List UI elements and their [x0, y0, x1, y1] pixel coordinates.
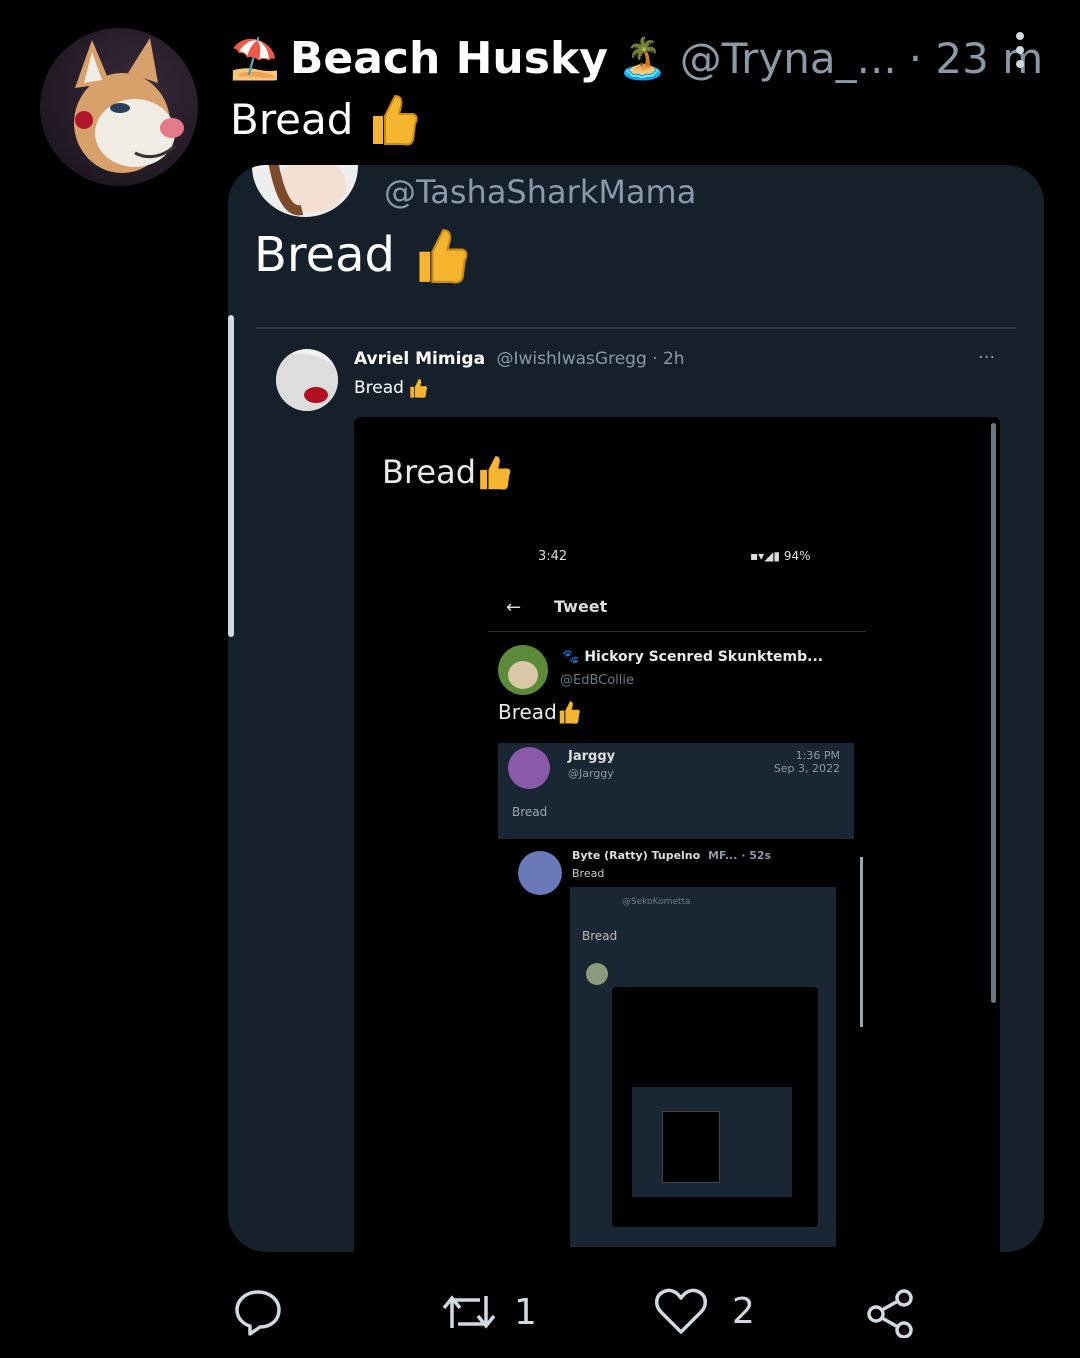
- quoted-avatar: [252, 165, 358, 217]
- retweet-icon: [442, 1295, 496, 1329]
- thumbs-up-icon: [373, 94, 418, 146]
- display-name[interactable]: Beach Husky: [290, 33, 608, 84]
- retweet-button[interactable]: 1: [440, 1286, 537, 1338]
- scrollbar[interactable]: [228, 315, 234, 637]
- image-caption-text: Bread: [382, 453, 477, 491]
- retweet-count: 1: [514, 1291, 537, 1333]
- nested-avatar-icon: [276, 353, 338, 411]
- jarggy-time: 1:36 PM Sep 3, 2022: [774, 749, 840, 775]
- nested-avatar: [276, 349, 338, 411]
- phone-quote-card: Jarggy @Jarggy 1:36 PM Sep 3, 2022 Bread: [498, 743, 854, 839]
- thumbs-up-icon: [480, 456, 511, 490]
- reply-icon: [235, 1290, 281, 1336]
- nested-handle: @IwishIwasGregg · 2h: [496, 349, 685, 369]
- phone-author-handle: @EdBCollie: [560, 673, 635, 688]
- quoted-text-body: Bread: [254, 227, 396, 283]
- umbrella-beach-icon: ⛱️: [230, 35, 280, 82]
- paw-icon: 🐾: [562, 649, 585, 665]
- nested-image[interactable]: Bread 3:42 ▪▾◢▮ 94% ← Tweet 🐾 Hickory Sc…: [354, 417, 1000, 1252]
- jarggy-name: Jarggy: [568, 749, 616, 764]
- jarggy-text: Bread: [512, 805, 548, 819]
- phone-author-name-text: Hickory Scenred Skunktemb...: [584, 649, 824, 665]
- phone-time: 3:42: [538, 549, 568, 564]
- nested-text-body: Bread: [354, 378, 404, 398]
- byte-text: Bread: [572, 867, 605, 880]
- phone-scrollbar: [860, 857, 863, 1027]
- phone-text-body: Bread: [498, 700, 557, 724]
- phone-status: ▪▾◢▮ 94%: [750, 549, 810, 563]
- quoted-text: Bread: [254, 225, 469, 285]
- reply-button[interactable]: [232, 1286, 284, 1338]
- jarggy-time-text: 1:36 PM: [795, 749, 840, 762]
- deep-screenshot: [612, 987, 818, 1227]
- deep-nested-card: @SekoKometta Bread: [570, 887, 836, 1247]
- byte-time: MF... · 52s: [708, 849, 772, 862]
- deep-text: Bread: [582, 929, 618, 943]
- dog-avatar-icon: [508, 661, 538, 689]
- image-scrollbar: [991, 423, 996, 1003]
- quoted-avatar-icon: [268, 165, 346, 216]
- deep-avatar: [586, 963, 608, 985]
- husky-avatar-icon: [74, 38, 184, 173]
- battery-level: 94%: [783, 549, 811, 563]
- jarggy-date: Sep 3, 2022: [773, 762, 840, 775]
- deeper-card: [632, 1087, 792, 1197]
- nested-header: Avriel Mimiga @IwishIwasGregg · 2h: [354, 349, 685, 369]
- tweet-text-body: Bread: [230, 94, 354, 144]
- nested-more-icon: ···: [978, 347, 996, 368]
- deepest-screenshot: [662, 1111, 720, 1183]
- signal-icon: ▪▾◢▮: [750, 549, 784, 563]
- byte-avatar: [518, 851, 562, 895]
- divider: [488, 631, 866, 632]
- byte-header: Byte (Ratty) Tupelno MF... · 52s: [572, 849, 771, 862]
- handle[interactable]: @Tryna_...: [680, 34, 897, 83]
- jarggy-handle: @Jarggy: [568, 767, 614, 780]
- island-icon: 🏝️: [617, 35, 668, 82]
- back-arrow-icon: ←: [506, 597, 522, 618]
- share-icon: [867, 1289, 913, 1338]
- nested-name: Avriel Mimiga: [354, 349, 486, 369]
- share-button[interactable]: [866, 1288, 916, 1338]
- more-options-icon[interactable]: [1016, 32, 1024, 74]
- tweet-header: ⛱️ Beach Husky 🏝️ @Tryna_... · 23 m: [230, 30, 1043, 86]
- phone-header: Tweet: [554, 597, 608, 616]
- byte-name: Byte (Ratty) Tupelno: [572, 849, 701, 862]
- deep-handle: @SekoKometta: [622, 897, 691, 907]
- thumbs-up-icon: [419, 229, 468, 284]
- nested-tweet: Avriel Mimiga @IwishIwasGregg · 2h ··· B…: [256, 327, 1016, 1252]
- phone-text: Bread: [498, 699, 581, 725]
- phone-author-name: 🐾 Hickory Scenred Skunktemb...: [562, 649, 823, 665]
- like-button[interactable]: 2: [654, 1286, 755, 1336]
- quoted-image-card[interactable]: @TashaSharkMama Bread Avriel Mimiga @Iwi…: [228, 165, 1044, 1252]
- heart-icon: [655, 1288, 707, 1334]
- thumbs-up-icon: [559, 701, 580, 724]
- image-caption: Bread: [382, 453, 512, 491]
- thumbs-up-icon: [410, 379, 428, 398]
- quoted-handle: @TashaSharkMama: [384, 173, 697, 211]
- like-count: 2: [732, 1290, 755, 1332]
- author-avatar[interactable]: [40, 28, 198, 186]
- tweet-text: Bread: [230, 92, 419, 146]
- phone-author-avatar: [498, 645, 548, 695]
- jarggy-avatar: [508, 747, 550, 789]
- nested-text: Bread: [354, 377, 428, 399]
